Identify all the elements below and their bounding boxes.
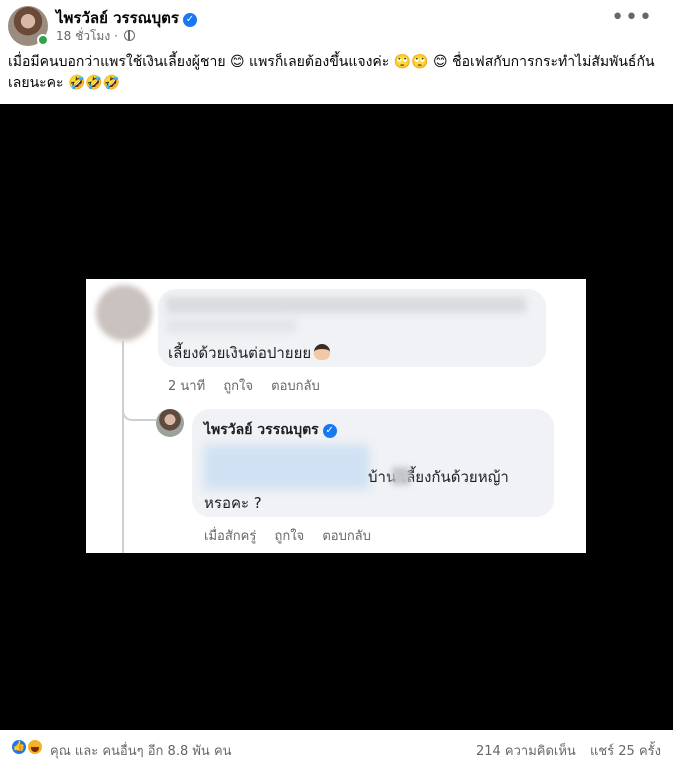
more-options-icon[interactable]: •••	[611, 7, 653, 29]
thread-line	[122, 341, 124, 553]
post-stats: 214 ความคิดเห็น แชร์ 25 ครั้ง	[476, 740, 661, 761]
post-meta: 18 ชั่วโมง ·	[56, 27, 135, 46]
comment-screenshot: เลี้ยงด้วยเงินต่อปายยย 2 นาที ถูกใจ ตอบก…	[86, 279, 586, 553]
share-count[interactable]: แชร์ 25 ครั้ง	[590, 744, 661, 759]
reply-reply: ตอบกลับ	[322, 529, 371, 544]
author-name-text[interactable]: ไพรวัลย์ วรรณบุตร	[56, 9, 179, 27]
post-footer: 👍 คุณ และ คนอื่นๆ อีก 8.8 พัน คน 214 ควา…	[0, 734, 673, 761]
reply-avatar	[156, 409, 184, 437]
thread-hook	[122, 407, 156, 421]
reactors-summary[interactable]: คุณ และ คนอื่นๆ อีก 8.8 พัน คน	[50, 740, 232, 761]
blurred-text	[204, 445, 369, 489]
comment-like: ถูกใจ	[223, 379, 254, 394]
comment-text: เลี้ยงด้วยเงินต่อปายยย	[168, 341, 331, 365]
globe-icon	[123, 30, 135, 41]
post-header: ไพรวัลย์ วรรณบุตร ✓ 18 ชั่วโมง · •••	[0, 0, 673, 50]
post-image[interactable]: เลี้ยงด้วยเงินต่อปายยย 2 นาที ถูกใจ ตอบก…	[0, 104, 673, 730]
comment-reply: ตอบกลับ	[271, 379, 320, 394]
blurred-name	[166, 297, 526, 313]
reply-text-line1: บ้าน เลี้ยงกันด้วยหญ้า	[368, 468, 509, 486]
comment-time: 2 นาที	[168, 379, 206, 394]
reply-bubble: ไพรวัลย์ วรรณบุตร ✓ บ้าน เลี้ยงกันด้วยหญ้…	[192, 409, 554, 517]
online-status-icon	[37, 34, 49, 46]
reply-text-line2: หรอคะ ?	[204, 494, 262, 512]
comment-count[interactable]: 214 ความคิดเห็น	[476, 744, 576, 759]
reply-author: ไพรวัลย์ วรรณบุตร ✓	[204, 419, 337, 441]
comment-actions: 2 นาที ถูกใจ ตอบกลับ	[168, 375, 334, 396]
blurred-name-secondary	[166, 319, 296, 333]
post-time[interactable]: 18 ชั่วโมง	[56, 29, 110, 43]
reply-time: เมื่อสักครู่	[204, 529, 257, 544]
reply-author-text: ไพรวัลย์ วรรณบุตร	[204, 422, 319, 438]
verified-badge-icon: ✓	[322, 424, 337, 438]
woman-emoji-icon	[314, 344, 331, 360]
haha-reaction-icon[interactable]	[26, 738, 44, 756]
comment-text-body: เลี้ยงด้วยเงินต่อปายยย	[168, 344, 312, 362]
blurred-avatar	[96, 285, 152, 341]
post-caption: เมื่อมีคนบอกว่าแพรใช้เงินเลี้ยงผู้ชาย 😊 …	[8, 54, 655, 91]
reply-like: ถูกใจ	[274, 529, 305, 544]
comment-bubble: เลี้ยงด้วยเงินต่อปายยย	[158, 289, 546, 367]
meta-separator: ·	[114, 29, 118, 43]
blurred-word	[392, 467, 410, 485]
verified-badge-icon: ✓	[182, 13, 197, 27]
reply-actions: เมื่อสักครู่ ถูกใจ ตอบกลับ	[204, 525, 385, 546]
